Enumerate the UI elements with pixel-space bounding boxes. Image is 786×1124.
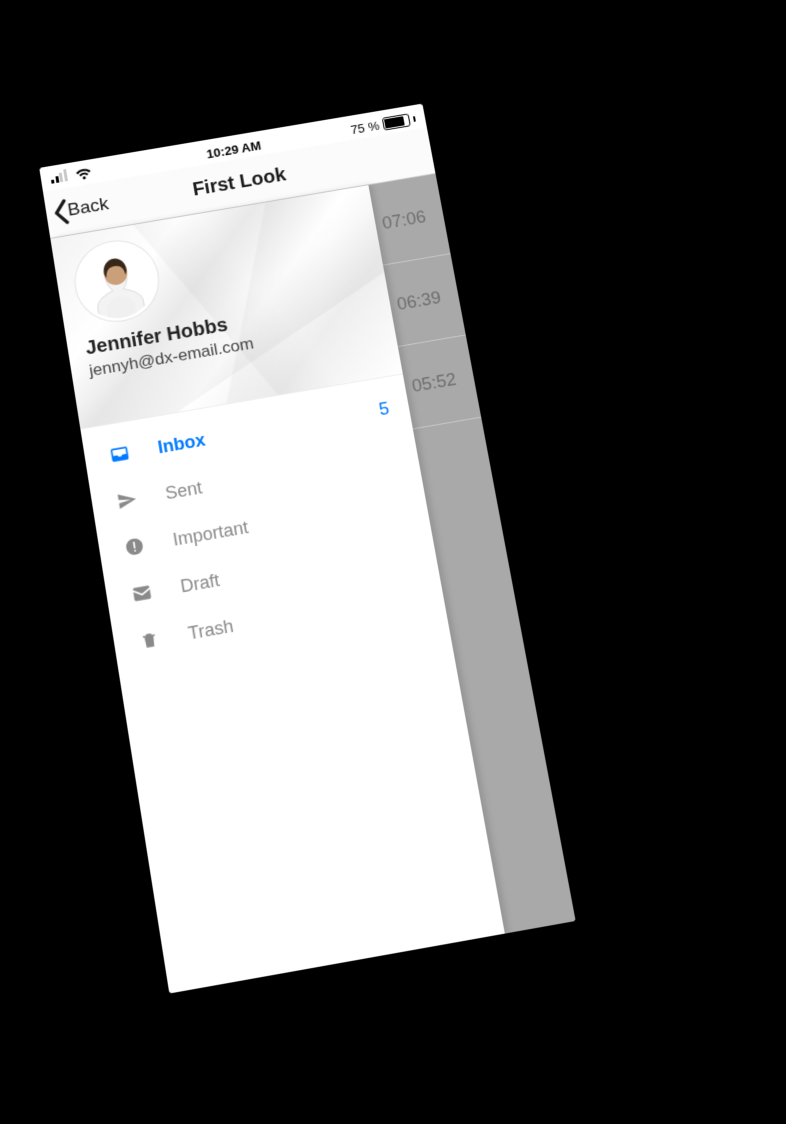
avatar[interactable] xyxy=(70,235,164,327)
important-icon xyxy=(120,535,149,559)
draft-icon xyxy=(128,581,157,605)
back-button[interactable]: Back xyxy=(49,181,113,237)
message-time: 07:06 xyxy=(381,207,428,234)
message-time: 05:52 xyxy=(410,369,458,396)
back-label: Back xyxy=(66,194,110,221)
inbox-icon xyxy=(105,442,134,466)
message-time: 06:39 xyxy=(395,287,442,314)
send-icon xyxy=(113,488,142,512)
trash-icon xyxy=(135,628,164,652)
page-title: First Look xyxy=(191,164,288,201)
